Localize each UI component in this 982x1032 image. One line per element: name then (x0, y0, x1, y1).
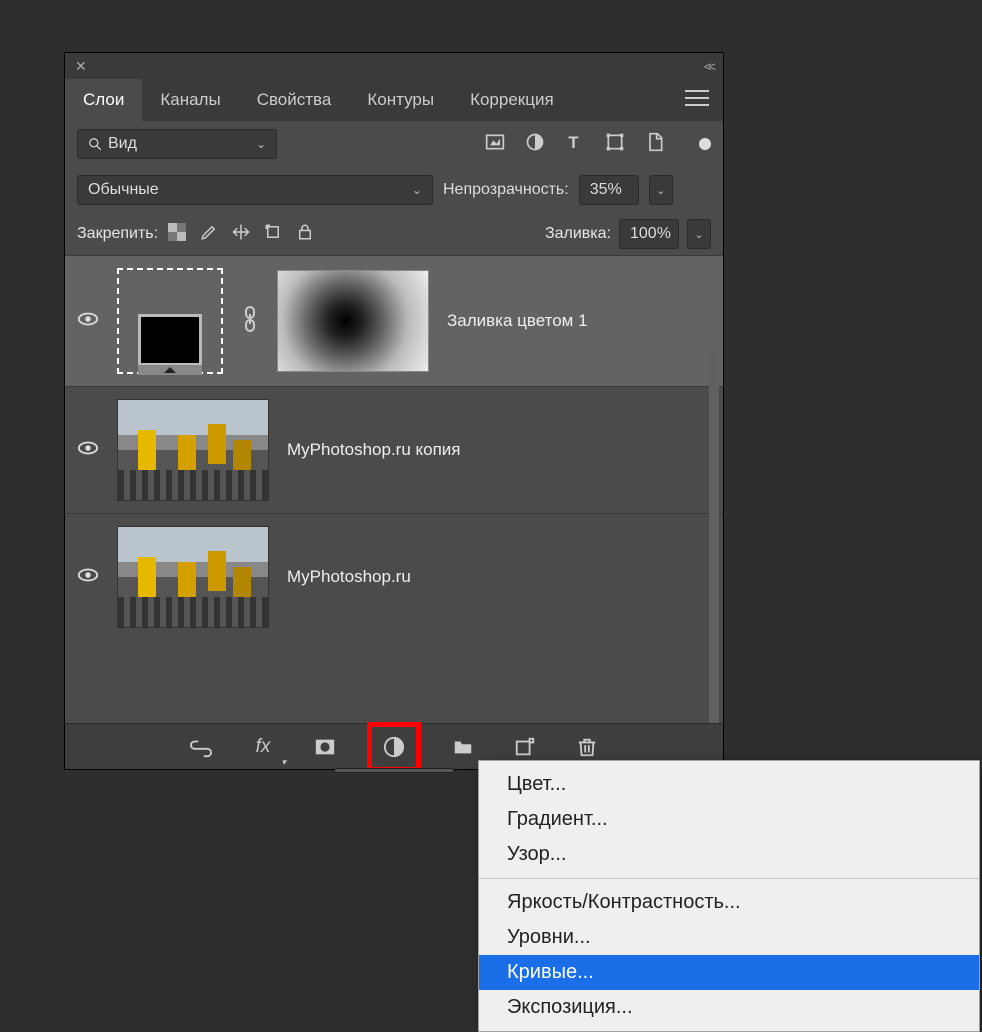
filter-smartobject-icon[interactable] (645, 132, 665, 157)
filter-adjustment-icon[interactable] (525, 132, 545, 157)
panel-resize-handle[interactable] (334, 768, 454, 773)
filter-label: Вид (108, 135, 137, 153)
mask-link-icon[interactable] (241, 306, 259, 337)
blend-row: Обычные ⌄ Непрозрачность: 35% ⌄ (65, 167, 723, 213)
tab-paths[interactable]: Контуры (349, 79, 452, 121)
layer-effects-icon[interactable]: fx▾ (246, 730, 280, 764)
adjustment-context-menu: Цвет... Градиент... Узор... Яркость/Конт… (478, 760, 980, 1032)
opacity-value[interactable]: 35% (579, 175, 639, 205)
fill-value-text: 100% (630, 225, 671, 243)
opacity-stepper[interactable]: ⌄ (649, 175, 673, 205)
menu-item-pattern[interactable]: Узор... (479, 837, 979, 872)
filter-type-icon[interactable]: T (565, 132, 585, 157)
layer-name[interactable]: MyPhotoshop.ru копия (287, 440, 461, 460)
menu-item-gradient[interactable]: Градиент... (479, 802, 979, 837)
layer-name[interactable]: Заливка цветом 1 (447, 311, 588, 331)
collapse-icon[interactable]: << (704, 59, 713, 74)
layers-list: Заливка цветом 1 MyPhotoshop.ru копия My… (65, 255, 723, 640)
lock-artboard-icon[interactable] (264, 223, 282, 246)
delete-layer-icon[interactable] (570, 730, 604, 764)
panel-titlebar: ✕ << (65, 53, 723, 79)
lock-pixels-icon[interactable] (200, 223, 218, 246)
layer-name[interactable]: MyPhotoshop.ru (287, 567, 411, 587)
svg-text:T: T (568, 132, 578, 151)
fill-label[interactable]: Заливка: (545, 225, 611, 243)
filter-type-dropdown[interactable]: Вид ⌄ (77, 129, 277, 159)
layer-thumbnail[interactable] (117, 268, 223, 374)
menu-item-curves[interactable]: Кривые... (479, 955, 979, 990)
filter-type-icons: T (485, 132, 665, 157)
new-group-icon[interactable] (446, 730, 480, 764)
fill-value[interactable]: 100% (619, 219, 679, 249)
menu-item-exposure[interactable]: Экспозиция... (479, 990, 979, 1025)
visibility-icon[interactable] (77, 308, 99, 335)
layer-mask-thumbnail[interactable] (277, 270, 429, 372)
lock-label: Закрепить: (77, 225, 158, 243)
tab-adjustments[interactable]: Коррекция (452, 79, 572, 121)
lock-transparency-icon[interactable] (168, 223, 186, 246)
filter-shape-icon[interactable] (605, 132, 625, 157)
menu-separator (479, 878, 979, 879)
lock-position-icon[interactable] (232, 223, 250, 246)
filter-pixel-icon[interactable] (485, 132, 505, 157)
tab-properties[interactable]: Свойства (239, 79, 350, 121)
chevron-down-icon: ⌄ (256, 137, 266, 151)
panel-menu-icon[interactable] (685, 86, 709, 115)
layer-row[interactable]: Заливка цветом 1 (65, 255, 723, 386)
menu-item-levels[interactable]: Уровни... (479, 920, 979, 955)
menu-item-color[interactable]: Цвет... (479, 767, 979, 802)
visibility-icon[interactable] (77, 437, 99, 464)
tab-channels[interactable]: Каналы (142, 79, 238, 121)
link-layers-icon[interactable] (184, 730, 218, 764)
blend-mode-value: Обычные (88, 181, 159, 199)
scrollbar[interactable] (709, 353, 719, 733)
new-adjustment-layer-icon[interactable] (370, 725, 418, 769)
add-mask-icon[interactable] (308, 730, 342, 764)
layer-row[interactable]: MyPhotoshop.ru (65, 513, 723, 640)
layer-thumbnail[interactable] (117, 526, 269, 628)
filter-row: Вид ⌄ T (65, 121, 723, 167)
layer-thumbnail[interactable] (117, 399, 269, 501)
new-layer-icon[interactable] (508, 730, 542, 764)
search-icon (88, 137, 102, 151)
layer-row[interactable]: MyPhotoshop.ru копия (65, 386, 723, 513)
close-icon[interactable]: ✕ (75, 58, 87, 75)
lock-all-icon[interactable] (296, 223, 314, 246)
layers-panel: ✕ << Слои Каналы Свойства Контуры Коррек… (64, 52, 724, 770)
tab-layers[interactable]: Слои (65, 79, 142, 121)
lock-row: Закрепить: Заливка: 100% ⌄ (65, 213, 723, 255)
opacity-value-text: 35% (590, 181, 622, 199)
fill-stepper[interactable]: ⌄ (687, 219, 711, 249)
menu-item-brightness-contrast[interactable]: Яркость/Контрастность... (479, 885, 979, 920)
opacity-label[interactable]: Непрозрачность: (443, 181, 569, 199)
blend-mode-dropdown[interactable]: Обычные ⌄ (77, 175, 433, 205)
visibility-icon[interactable] (77, 564, 99, 591)
panel-tabs: Слои Каналы Свойства Контуры Коррекция (65, 79, 723, 121)
filter-toggle[interactable] (699, 138, 711, 150)
chevron-down-icon: ⌄ (412, 183, 422, 197)
